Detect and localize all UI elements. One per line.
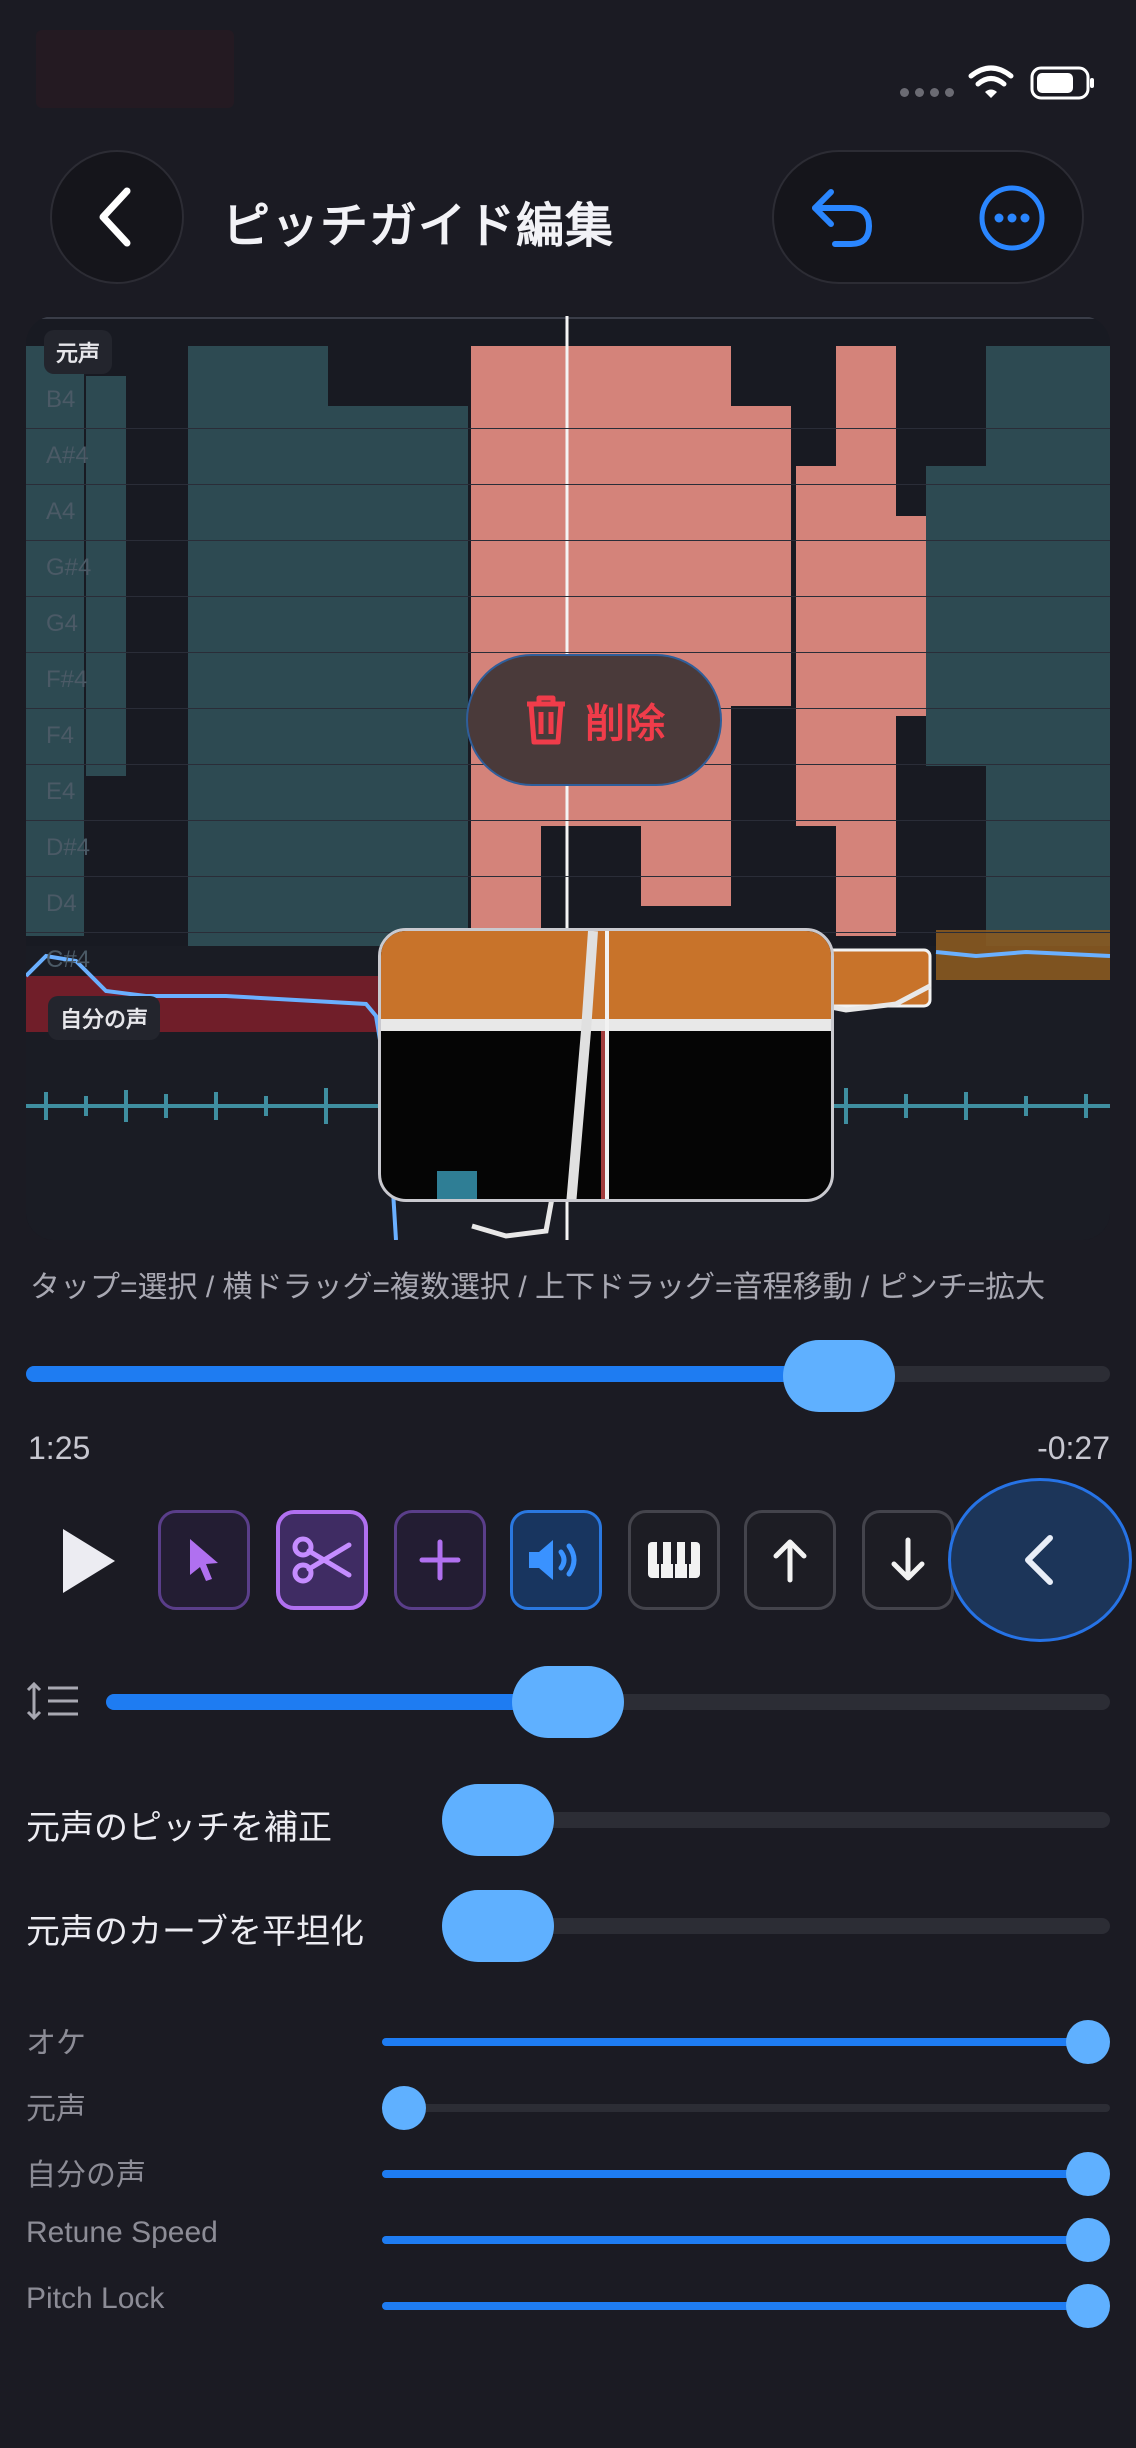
speaker-icon (529, 1540, 577, 1580)
mix-slider-thumb[interactable] (382, 2086, 426, 2130)
mix-slider-fill (382, 2170, 1088, 2178)
play-icon (63, 1529, 115, 1593)
mix-slider-fill (382, 2236, 1088, 2244)
note-label: A#4 (46, 442, 89, 469)
cursor-icon (190, 1539, 218, 1581)
pitch-up-button[interactable] (744, 1510, 836, 1610)
note-label: C#4 (46, 946, 91, 973)
volume-button[interactable] (510, 1510, 602, 1610)
pitch-editor[interactable]: B4 A#4 A4 G#4 G4 F#4 F4 E4 D#4 D4 C#4 元声… (26, 316, 1110, 1240)
arrow-up-icon (773, 1539, 807, 1583)
mix-slider-thumb[interactable] (1066, 2218, 1110, 2262)
note-label: G4 (46, 610, 79, 637)
delete-button[interactable]: 削除 (466, 654, 722, 786)
scissors-icon (292, 1536, 352, 1584)
chevron-left-icon (99, 187, 131, 247)
select-tool-button[interactable] (158, 1510, 250, 1610)
zoom-fill (106, 1694, 568, 1710)
remaining-time: -0:27 (1037, 1430, 1110, 1466)
undo-icon (812, 189, 873, 247)
mix-label: 元声 (26, 2093, 86, 2126)
mix-label: Retune Speed (26, 2216, 218, 2249)
playback-thumb[interactable] (783, 1340, 895, 1412)
mix-slider-thumb[interactable] (1066, 2020, 1110, 2064)
elapsed-time: 1:25 (28, 1430, 91, 1466)
mix-slider-track[interactable] (382, 2104, 1110, 2112)
mix-slider-fill (382, 2038, 1088, 2046)
flatten-curve-label: 元声のカーブを平坦化 (26, 1913, 364, 1951)
more-icon (979, 185, 1045, 251)
note-label: D4 (46, 890, 77, 917)
plus-icon (419, 1539, 461, 1581)
zoom-thumb[interactable] (511, 1666, 624, 1738)
mix-slider-fill (382, 2302, 1088, 2310)
arrow-down-icon (891, 1537, 925, 1581)
note-label: B4 (46, 386, 76, 413)
note-label: F#4 (46, 666, 88, 693)
battery-icon (1030, 66, 1094, 100)
collapse-button[interactable] (948, 1478, 1132, 1642)
page-title: ピッチガイド編集 (222, 200, 615, 253)
play-button[interactable] (52, 1516, 124, 1606)
note-label: F4 (46, 722, 75, 749)
note-label: A4 (46, 498, 76, 525)
mix-label: Pitch Lock (26, 2282, 165, 2315)
correct-pitch-label: 元声のピッチを補正 (26, 1809, 332, 1847)
mix-slider-thumb[interactable] (1066, 2152, 1110, 2196)
delete-label: 削除 (585, 702, 665, 746)
note-label: E4 (46, 778, 76, 805)
trash-icon (527, 695, 565, 745)
add-note-button[interactable] (394, 1510, 486, 1610)
original-voice-tag: 元声 (44, 330, 113, 374)
split-tool-button[interactable] (276, 1510, 368, 1610)
note-label: D#4 (46, 834, 91, 861)
gesture-hint: タップ=選択 / 横ドラッグ=複数選択 / 上下ドラッグ=音程移動 / ピンチ=… (30, 1271, 1046, 1304)
mix-slider-thumb[interactable] (1066, 2284, 1110, 2328)
piano-button[interactable] (628, 1510, 720, 1610)
my-voice-tag: 自分の声 (48, 996, 161, 1040)
playback-fill (26, 1366, 839, 1382)
mix-label: 自分の声 (26, 2159, 146, 2192)
wifi-icon (968, 65, 1014, 98)
flatten-curve-thumb[interactable] (442, 1890, 554, 1962)
back-button[interactable] (50, 150, 184, 284)
magnifier-loupe (378, 928, 834, 1202)
pitch-down-button[interactable] (862, 1510, 954, 1610)
line-spacing-icon (26, 1681, 78, 1721)
undo-button[interactable] (800, 176, 884, 260)
chevron-left-icon (1025, 1535, 1053, 1585)
correct-pitch-thumb[interactable] (442, 1784, 554, 1856)
note-label: G#4 (46, 554, 92, 581)
cellular-signal-icon (900, 88, 956, 98)
more-button[interactable] (970, 176, 1054, 260)
piano-icon (648, 1542, 700, 1578)
status-area (36, 30, 234, 108)
mix-label: オケ (26, 2027, 86, 2060)
